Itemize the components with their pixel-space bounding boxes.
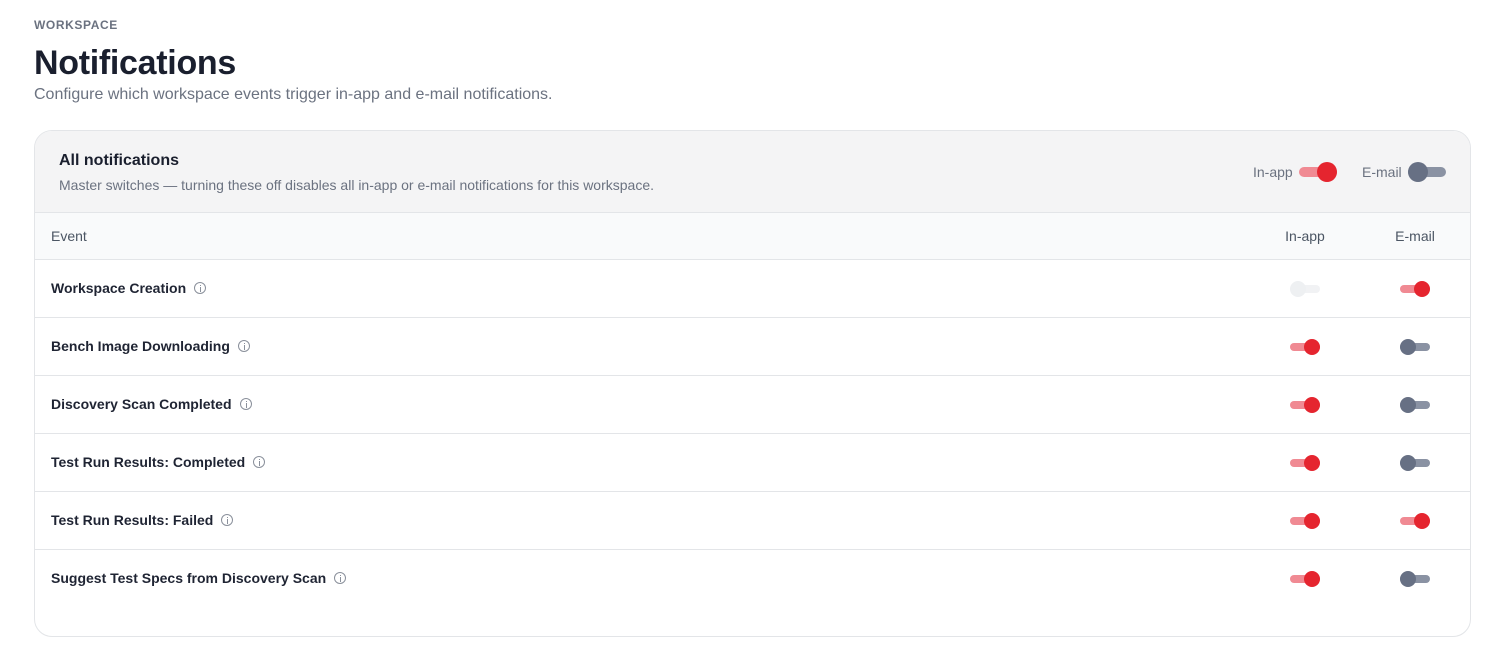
event-name: Discovery Scan Completed <box>51 396 232 412</box>
master-inapp-control: In-app <box>1253 161 1337 183</box>
column-header-event: Event <box>51 228 87 244</box>
email-cell <box>1365 394 1465 416</box>
inapp-cell <box>1255 394 1355 416</box>
info-circle-icon[interactable] <box>237 340 250 352</box>
email-toggle[interactable] <box>1400 338 1430 356</box>
master-inapp-label: In-app <box>1253 164 1293 180</box>
toggle-knob <box>1304 339 1320 355</box>
inapp-toggle[interactable] <box>1290 570 1320 588</box>
page-title: Notifications <box>34 44 236 82</box>
toggle-knob <box>1400 455 1416 471</box>
table-row: Discovery Scan Completed <box>35 376 1470 434</box>
toggle-knob <box>1304 455 1320 471</box>
toggle-knob <box>1414 513 1430 529</box>
inapp-cell <box>1255 510 1355 532</box>
table-row: Test Run Results: Failed <box>35 492 1470 550</box>
email-toggle[interactable] <box>1400 454 1430 472</box>
table-row: Bench Image Downloading <box>35 318 1470 376</box>
email-toggle[interactable] <box>1400 280 1430 298</box>
info-circle-icon[interactable] <box>239 398 252 410</box>
event-name: Workspace Creation <box>51 280 187 296</box>
inapp-cell <box>1255 336 1355 358</box>
event-name-cell: Discovery Scan Completed <box>51 396 252 412</box>
table-body: Workspace Creation Bench Image Downloadin… <box>35 260 1470 608</box>
master-title: All notifications <box>59 152 179 169</box>
toggle-knob <box>1304 397 1320 413</box>
toggle-knob <box>1400 571 1416 587</box>
email-cell <box>1365 336 1465 358</box>
info-circle-icon[interactable] <box>194 282 207 294</box>
event-name-cell: Workspace Creation <box>51 280 207 296</box>
info-circle-icon[interactable] <box>253 456 266 468</box>
table-row: Workspace Creation <box>35 260 1470 318</box>
event-name: Test Run Results: Failed <box>51 512 214 528</box>
toggle-knob <box>1304 513 1320 529</box>
notifications-card: All notifications Master switches — turn… <box>34 130 1471 637</box>
inapp-toggle[interactable] <box>1290 512 1320 530</box>
master-email-toggle[interactable] <box>1407 161 1446 183</box>
email-toggle[interactable] <box>1400 570 1430 588</box>
master-email-control: E-mail <box>1362 161 1446 183</box>
inapp-cell <box>1255 278 1355 300</box>
inapp-toggle[interactable] <box>1290 454 1320 472</box>
event-name: Bench Image Downloading <box>51 338 230 354</box>
event-name: Test Run Results: Completed <box>51 454 246 470</box>
master-description: Master switches — turning these off disa… <box>59 177 655 193</box>
table-row: Test Run Results: Completed <box>35 434 1470 492</box>
toggle-knob <box>1400 397 1416 413</box>
toggle-knob <box>1316 162 1337 182</box>
email-cell <box>1365 510 1465 532</box>
toggle-knob <box>1407 162 1428 182</box>
email-toggle[interactable] <box>1400 512 1430 530</box>
inapp-cell <box>1255 452 1355 474</box>
toggle-knob <box>1400 339 1416 355</box>
email-toggle[interactable] <box>1400 396 1430 414</box>
inapp-toggle[interactable] <box>1290 338 1320 356</box>
table-row: Suggest Test Specs from Discovery Scan <box>35 550 1470 608</box>
info-circle-icon[interactable] <box>221 514 234 526</box>
event-name-cell: Suggest Test Specs from Discovery Scan <box>51 570 347 586</box>
email-cell <box>1365 568 1465 590</box>
event-name-cell: Bench Image Downloading <box>51 338 250 354</box>
event-name-cell: Test Run Results: Completed <box>51 454 266 470</box>
master-inapp-toggle[interactable] <box>1298 161 1337 183</box>
toggle-knob <box>1414 281 1430 297</box>
column-header-email: E-mail <box>1395 228 1435 244</box>
table-header: Event In-app E-mail <box>35 213 1470 260</box>
event-name-cell: Test Run Results: Failed <box>51 512 234 528</box>
master-email-label: E-mail <box>1362 164 1402 180</box>
email-cell <box>1365 452 1465 474</box>
email-cell <box>1365 278 1465 300</box>
toggle-knob <box>1304 571 1320 587</box>
master-switches-panel: All notifications Master switches — turn… <box>35 131 1470 213</box>
inapp-toggle[interactable] <box>1290 396 1320 414</box>
info-circle-icon[interactable] <box>334 572 347 584</box>
inapp-cell <box>1255 568 1355 590</box>
column-header-inapp: In-app <box>1285 228 1325 244</box>
eyebrow-label: WORKSPACE <box>34 18 118 32</box>
event-name: Suggest Test Specs from Discovery Scan <box>51 570 327 586</box>
page-subtitle: Configure which workspace events trigger… <box>34 86 553 103</box>
inapp-toggle <box>1290 280 1320 298</box>
toggle-knob <box>1290 281 1306 297</box>
